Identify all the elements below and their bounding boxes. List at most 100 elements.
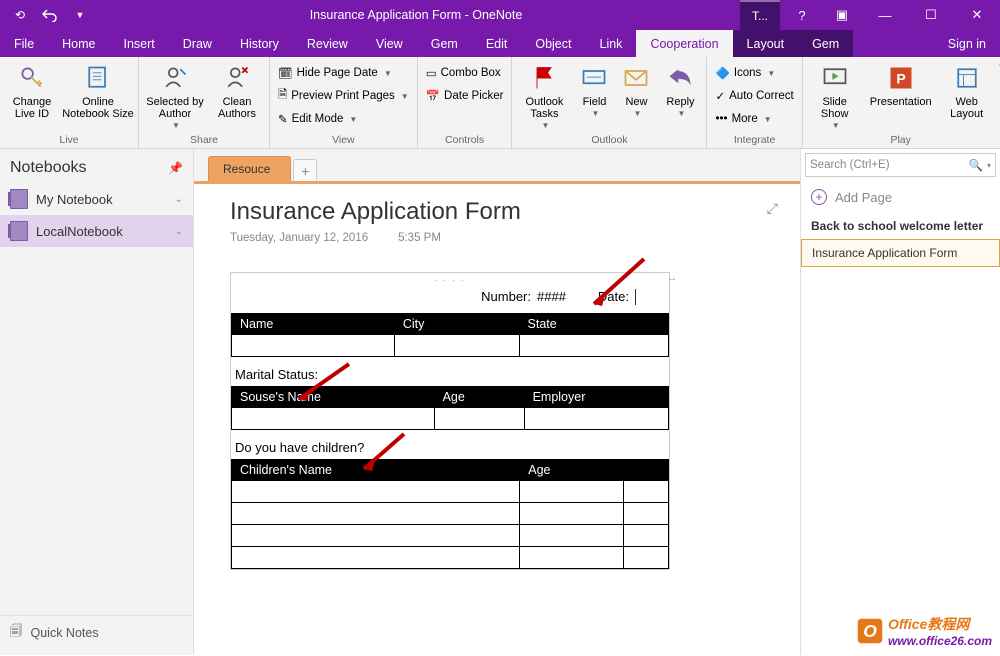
date-input[interactable] (635, 289, 653, 305)
number-value[interactable]: #### (537, 289, 566, 305)
container-handle[interactable]: . . . .↔ (231, 273, 669, 285)
tab-home[interactable]: Home (48, 30, 109, 57)
reply-button[interactable]: Reply▼ (658, 60, 702, 119)
tab-view[interactable]: View (362, 30, 417, 57)
selected-by-author-button[interactable]: Selected by Author▼ (143, 60, 207, 131)
ribbon-display-icon[interactable]: ▣ (822, 0, 862, 30)
svg-text:P: P (896, 70, 905, 86)
table-cell[interactable] (624, 503, 669, 525)
powerpoint-icon: P (885, 62, 917, 94)
notebook-my-notebook[interactable]: My Notebook⌄ (0, 183, 193, 215)
quick-notes-button[interactable]: 🗐Quick Notes (0, 615, 193, 655)
table-cell[interactable] (520, 503, 624, 525)
table-cell[interactable] (519, 335, 668, 357)
spouse-table[interactable]: Souse's NameAgeEmployer (231, 386, 669, 430)
th-spouse: Souse's Name (232, 387, 435, 408)
tab-layout[interactable]: Layout (733, 30, 799, 57)
tab-draw[interactable]: Draw (169, 30, 226, 57)
undo-icon[interactable] (38, 3, 62, 27)
name-table[interactable]: NameCityState (231, 313, 669, 357)
table-cell[interactable] (624, 481, 669, 503)
chevron-down-icon[interactable]: ⌄ (175, 194, 183, 205)
group-outlook: Outlook Tasks▼ Field▼ New▼ Reply▼ Outloo… (512, 57, 707, 148)
group-label: View (274, 134, 413, 148)
notebook-local[interactable]: LocalNotebook⌄ (0, 215, 193, 247)
tab-history[interactable]: History (226, 30, 293, 57)
icons-button[interactable]: 🔷Icons▼ (711, 62, 797, 84)
more-button[interactable]: •••More▼ (711, 108, 797, 130)
add-page-button[interactable]: +Add Page (801, 181, 1000, 213)
table-cell[interactable] (232, 503, 520, 525)
table-cell[interactable] (434, 408, 524, 430)
table-cell[interactable] (232, 525, 520, 547)
help-icon[interactable]: ? (782, 0, 822, 30)
pin-icon[interactable]: 📌 (168, 161, 183, 175)
tab-gem2[interactable]: Gem (798, 30, 853, 57)
edit-mode-button[interactable]: ✎Edit Mode▼ (274, 108, 413, 130)
auto-correct-button[interactable]: ✓Auto Correct (711, 85, 797, 107)
chevron-down-icon[interactable]: ⌄ (175, 226, 183, 237)
notebook-size-button[interactable]: Online Notebook Size (62, 60, 134, 120)
table-cell[interactable] (520, 547, 624, 569)
search-input[interactable]: Search (Ctrl+E)🔍▾ (805, 153, 996, 177)
slide-show-button[interactable]: Slide Show▼ (807, 60, 863, 131)
close-icon[interactable]: ✕ (954, 0, 1000, 30)
field-button[interactable]: Field▼ (574, 60, 614, 119)
form-container[interactable]: . . . .↔ Number: #### Date: NameCityStat… (230, 272, 670, 570)
sign-in[interactable]: Sign in (934, 30, 1000, 57)
search-scope-dropdown[interactable]: ▾ (987, 161, 991, 170)
date-picker-button[interactable]: 📅Date Picker (422, 85, 508, 107)
marital-status-label[interactable]: Marital Status: (231, 357, 669, 386)
page-item[interactable]: Back to school welcome letter (801, 213, 1000, 239)
presentation-button[interactable]: PPresentation (865, 60, 937, 108)
section-tab-resource[interactable]: Resouce (208, 156, 291, 181)
svg-text:O: O (863, 621, 877, 641)
tab-review[interactable]: Review (293, 30, 362, 57)
children-question-label[interactable]: Do you have children? (231, 430, 669, 459)
number-label: Number: (481, 289, 531, 305)
plus-icon: + (811, 189, 827, 205)
tab-link[interactable]: Link (586, 30, 637, 57)
outlook-tasks-button[interactable]: Outlook Tasks▼ (516, 60, 572, 131)
new-button[interactable]: New▼ (616, 60, 656, 119)
maximize-icon[interactable]: ☐ (908, 0, 954, 30)
tab-object[interactable]: Object (521, 30, 585, 57)
qat-dropdown-icon[interactable]: ▼ (68, 3, 92, 27)
tab-gem[interactable]: Gem (417, 30, 472, 57)
minimize-icon[interactable]: — (862, 0, 908, 30)
expand-page-icon[interactable]: ⤢ (767, 200, 778, 217)
table-cell[interactable] (232, 481, 520, 503)
add-section-button[interactable]: + (293, 159, 317, 181)
children-table[interactable]: Children's NameAge (231, 459, 669, 569)
clean-authors-icon (221, 62, 253, 94)
table-cell[interactable] (232, 408, 435, 430)
tab-file[interactable]: File (0, 30, 48, 57)
table-cell[interactable] (520, 525, 624, 547)
th-city: City (394, 314, 519, 335)
mail-new-icon (620, 62, 652, 94)
table-cell[interactable] (232, 547, 520, 569)
table-cell[interactable] (624, 547, 669, 569)
page-title[interactable]: Insurance Application Form (230, 198, 780, 226)
nav-back-icon[interactable]: ⟲ (8, 3, 32, 27)
page-item-selected[interactable]: Insurance Application Form (801, 239, 1000, 267)
window-title: Insurance Application Form - OneNote (92, 8, 740, 22)
notebook-icon (10, 189, 28, 209)
help-tab[interactable]: T... (740, 0, 780, 30)
tab-cooperation[interactable]: Cooperation (636, 30, 732, 57)
combo-box-button[interactable]: ▭Combo Box (422, 62, 508, 84)
change-live-id-button[interactable]: Change Live ID (4, 60, 60, 120)
preview-print-button[interactable]: 🗎Preview Print Pages▼ (274, 85, 413, 107)
tab-edit[interactable]: Edit (472, 30, 522, 57)
table-cell[interactable] (394, 335, 519, 357)
web-layout-button[interactable]: Web Layout (939, 60, 995, 120)
table-cell[interactable] (524, 408, 668, 430)
table-cell[interactable] (232, 335, 395, 357)
clean-authors-button[interactable]: Clean Authors (209, 60, 265, 120)
th-name: Name (232, 314, 395, 335)
notebook-icon (10, 221, 28, 241)
table-cell[interactable] (520, 481, 624, 503)
tab-insert[interactable]: Insert (110, 30, 169, 57)
table-cell[interactable] (624, 525, 669, 547)
hide-page-date-button[interactable]: 🗓Hide Page Date▼ (274, 62, 413, 84)
